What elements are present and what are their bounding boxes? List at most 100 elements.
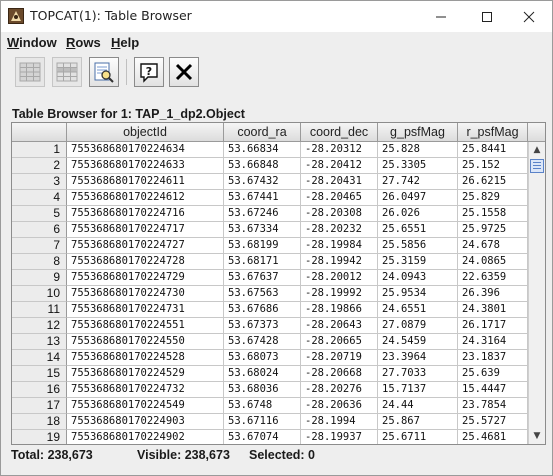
table-cell[interactable]: 25.5856 <box>378 238 458 254</box>
table-cell[interactable]: 25.1558 <box>458 206 528 222</box>
table-cell[interactable]: 53.67441 <box>224 190 301 206</box>
help-button[interactable]: ? <box>134 57 164 87</box>
column-header[interactable]: g_psfMag <box>378 123 458 142</box>
column-header[interactable]: r_psfMag <box>458 123 528 142</box>
row-number-cell[interactable]: 8 <box>12 254 67 270</box>
scrollbar-thumb[interactable] <box>530 159 544 173</box>
table-cell[interactable]: 755368680170224903 <box>67 414 224 430</box>
row-number-cell[interactable]: 5 <box>12 206 67 222</box>
table-cell[interactable]: 24.5459 <box>378 334 458 350</box>
table-row[interactable]: 17 755368680170224549 53.6748 -28.20636 24.4… <box>12 398 528 414</box>
table-cell[interactable]: 755368680170224717 <box>67 222 224 238</box>
table-cell[interactable]: 755368680170224529 <box>67 366 224 382</box>
table-cell[interactable]: 22.6359 <box>458 270 528 286</box>
table-cell[interactable]: 755368680170224729 <box>67 270 224 286</box>
table-cell[interactable]: 27.7033 <box>378 366 458 382</box>
table-row[interactable]: 2 755368680170224633 53.66848 -28.20412 25.3… <box>12 158 528 174</box>
table-cell[interactable]: -28.19866 <box>301 302 378 318</box>
table-cell[interactable]: 755368680170224611 <box>67 174 224 190</box>
table-row[interactable]: 8 755368680170224728 53.68171 -28.19942 25.3… <box>12 254 528 270</box>
table-cell[interactable]: 25.5727 <box>458 414 528 430</box>
table-cell[interactable]: 24.0943 <box>378 270 458 286</box>
table-cell[interactable]: 53.67373 <box>224 318 301 334</box>
row-number-header[interactable] <box>12 123 67 142</box>
table-cell[interactable]: 53.67246 <box>224 206 301 222</box>
row-number-cell[interactable]: 19 <box>12 430 67 444</box>
table-cell[interactable]: 24.44 <box>378 398 458 414</box>
table-cell[interactable]: 755368680170224550 <box>67 334 224 350</box>
table-cell[interactable]: 25.9534 <box>378 286 458 302</box>
menu-rows[interactable]: Rows <box>66 35 101 50</box>
table-cell[interactable]: -28.20012 <box>301 270 378 286</box>
table-row[interactable]: 19 755368680170224902 53.67074 -28.19937 25.… <box>12 430 528 444</box>
row-number-cell[interactable]: 3 <box>12 174 67 190</box>
table-cell[interactable]: -28.20719 <box>301 350 378 366</box>
column-header[interactable]: coord_dec <box>301 123 378 142</box>
row-number-cell[interactable]: 6 <box>12 222 67 238</box>
table-cell[interactable]: 53.67432 <box>224 174 301 190</box>
table-row[interactable]: 4 755368680170224612 53.67441 -28.20465 26.0… <box>12 190 528 206</box>
table-row[interactable]: 18 755368680170224903 53.67116 -28.1994 25.8… <box>12 414 528 430</box>
table-cell[interactable]: 755368680170224730 <box>67 286 224 302</box>
table-cell[interactable]: 23.1837 <box>458 350 528 366</box>
vertical-scrollbar[interactable]: ▲ ▼ <box>528 142 545 444</box>
search-column-button[interactable] <box>89 57 119 87</box>
row-number-cell[interactable]: 2 <box>12 158 67 174</box>
table-cell[interactable]: 24.3801 <box>458 302 528 318</box>
table-cell[interactable]: 53.66848 <box>224 158 301 174</box>
table-cell[interactable]: 53.67074 <box>224 430 301 444</box>
table-cell[interactable]: 755368680170224728 <box>67 254 224 270</box>
table-cell[interactable]: -28.20636 <box>301 398 378 414</box>
row-number-cell[interactable]: 14 <box>12 350 67 366</box>
table-cell[interactable]: 53.68171 <box>224 254 301 270</box>
maximize-button[interactable] <box>464 1 510 32</box>
table-row[interactable]: 7 755368680170224727 53.68199 -28.19984 25.5… <box>12 238 528 254</box>
row-number-cell[interactable]: 10 <box>12 286 67 302</box>
table-row[interactable]: 10 755368680170224730 53.67563 -28.19992 25.… <box>12 286 528 302</box>
table-row[interactable]: 16 755368680170224732 53.68036 -28.20276 15.… <box>12 382 528 398</box>
table-cell[interactable]: 25.639 <box>458 366 528 382</box>
table-cell[interactable]: 755368680170224633 <box>67 158 224 174</box>
row-number-cell[interactable]: 17 <box>12 398 67 414</box>
table-cell[interactable]: -28.20412 <box>301 158 378 174</box>
table-cell[interactable]: 53.67686 <box>224 302 301 318</box>
row-number-cell[interactable]: 13 <box>12 334 67 350</box>
table-cell[interactable]: 53.67116 <box>224 414 301 430</box>
row-number-cell[interactable]: 4 <box>12 190 67 206</box>
table-cell[interactable]: 26.6215 <box>458 174 528 190</box>
table-cell[interactable]: 25.3159 <box>378 254 458 270</box>
table-cell[interactable]: 53.68199 <box>224 238 301 254</box>
table-cell[interactable]: 24.6551 <box>378 302 458 318</box>
table-cell[interactable]: 755368680170224727 <box>67 238 224 254</box>
table-cell[interactable]: -28.19984 <box>301 238 378 254</box>
table-cell[interactable]: 25.4681 <box>458 430 528 444</box>
table-cell[interactable]: -28.20465 <box>301 190 378 206</box>
close-browser-button[interactable] <box>169 57 199 87</box>
table-cell[interactable]: 25.6711 <box>378 430 458 444</box>
table-cell[interactable]: 25.152 <box>458 158 528 174</box>
row-number-cell[interactable]: 1 <box>12 142 67 158</box>
table-cell[interactable]: 25.6551 <box>378 222 458 238</box>
table-cell[interactable]: 26.026 <box>378 206 458 222</box>
table-row[interactable]: 12 755368680170224551 53.67373 -28.20643 27.… <box>12 318 528 334</box>
table-cell[interactable]: 15.7137 <box>378 382 458 398</box>
table-cell[interactable]: 755368680170224731 <box>67 302 224 318</box>
column-header[interactable]: coord_ra <box>224 123 301 142</box>
table-cell[interactable]: 25.828 <box>378 142 458 158</box>
table-cell[interactable]: 25.3305 <box>378 158 458 174</box>
table-cell[interactable]: -28.20668 <box>301 366 378 382</box>
table-cell[interactable]: 755368680170224528 <box>67 350 224 366</box>
table-row[interactable]: 15 755368680170224529 53.68024 -28.20668 27.… <box>12 366 528 382</box>
table-cell[interactable]: 755368680170224551 <box>67 318 224 334</box>
menu-help[interactable]: Help <box>111 35 139 50</box>
table-cell[interactable]: 755368680170224612 <box>67 190 224 206</box>
table-cell[interactable]: 755368680170224634 <box>67 142 224 158</box>
table-cell[interactable]: 755368680170224549 <box>67 398 224 414</box>
highlight-all-rows-button[interactable] <box>15 57 45 87</box>
table-row[interactable]: 6 755368680170224717 53.67334 -28.20232 25.6… <box>12 222 528 238</box>
table-cell[interactable]: 27.0879 <box>378 318 458 334</box>
scroll-up-arrow-icon[interactable]: ▲ <box>529 142 545 158</box>
close-window-button[interactable] <box>506 1 552 32</box>
table-cell[interactable]: 53.68036 <box>224 382 301 398</box>
table-view[interactable]: objectId coord_ra coord_dec g_psfMag r_psfMa… <box>11 122 546 445</box>
